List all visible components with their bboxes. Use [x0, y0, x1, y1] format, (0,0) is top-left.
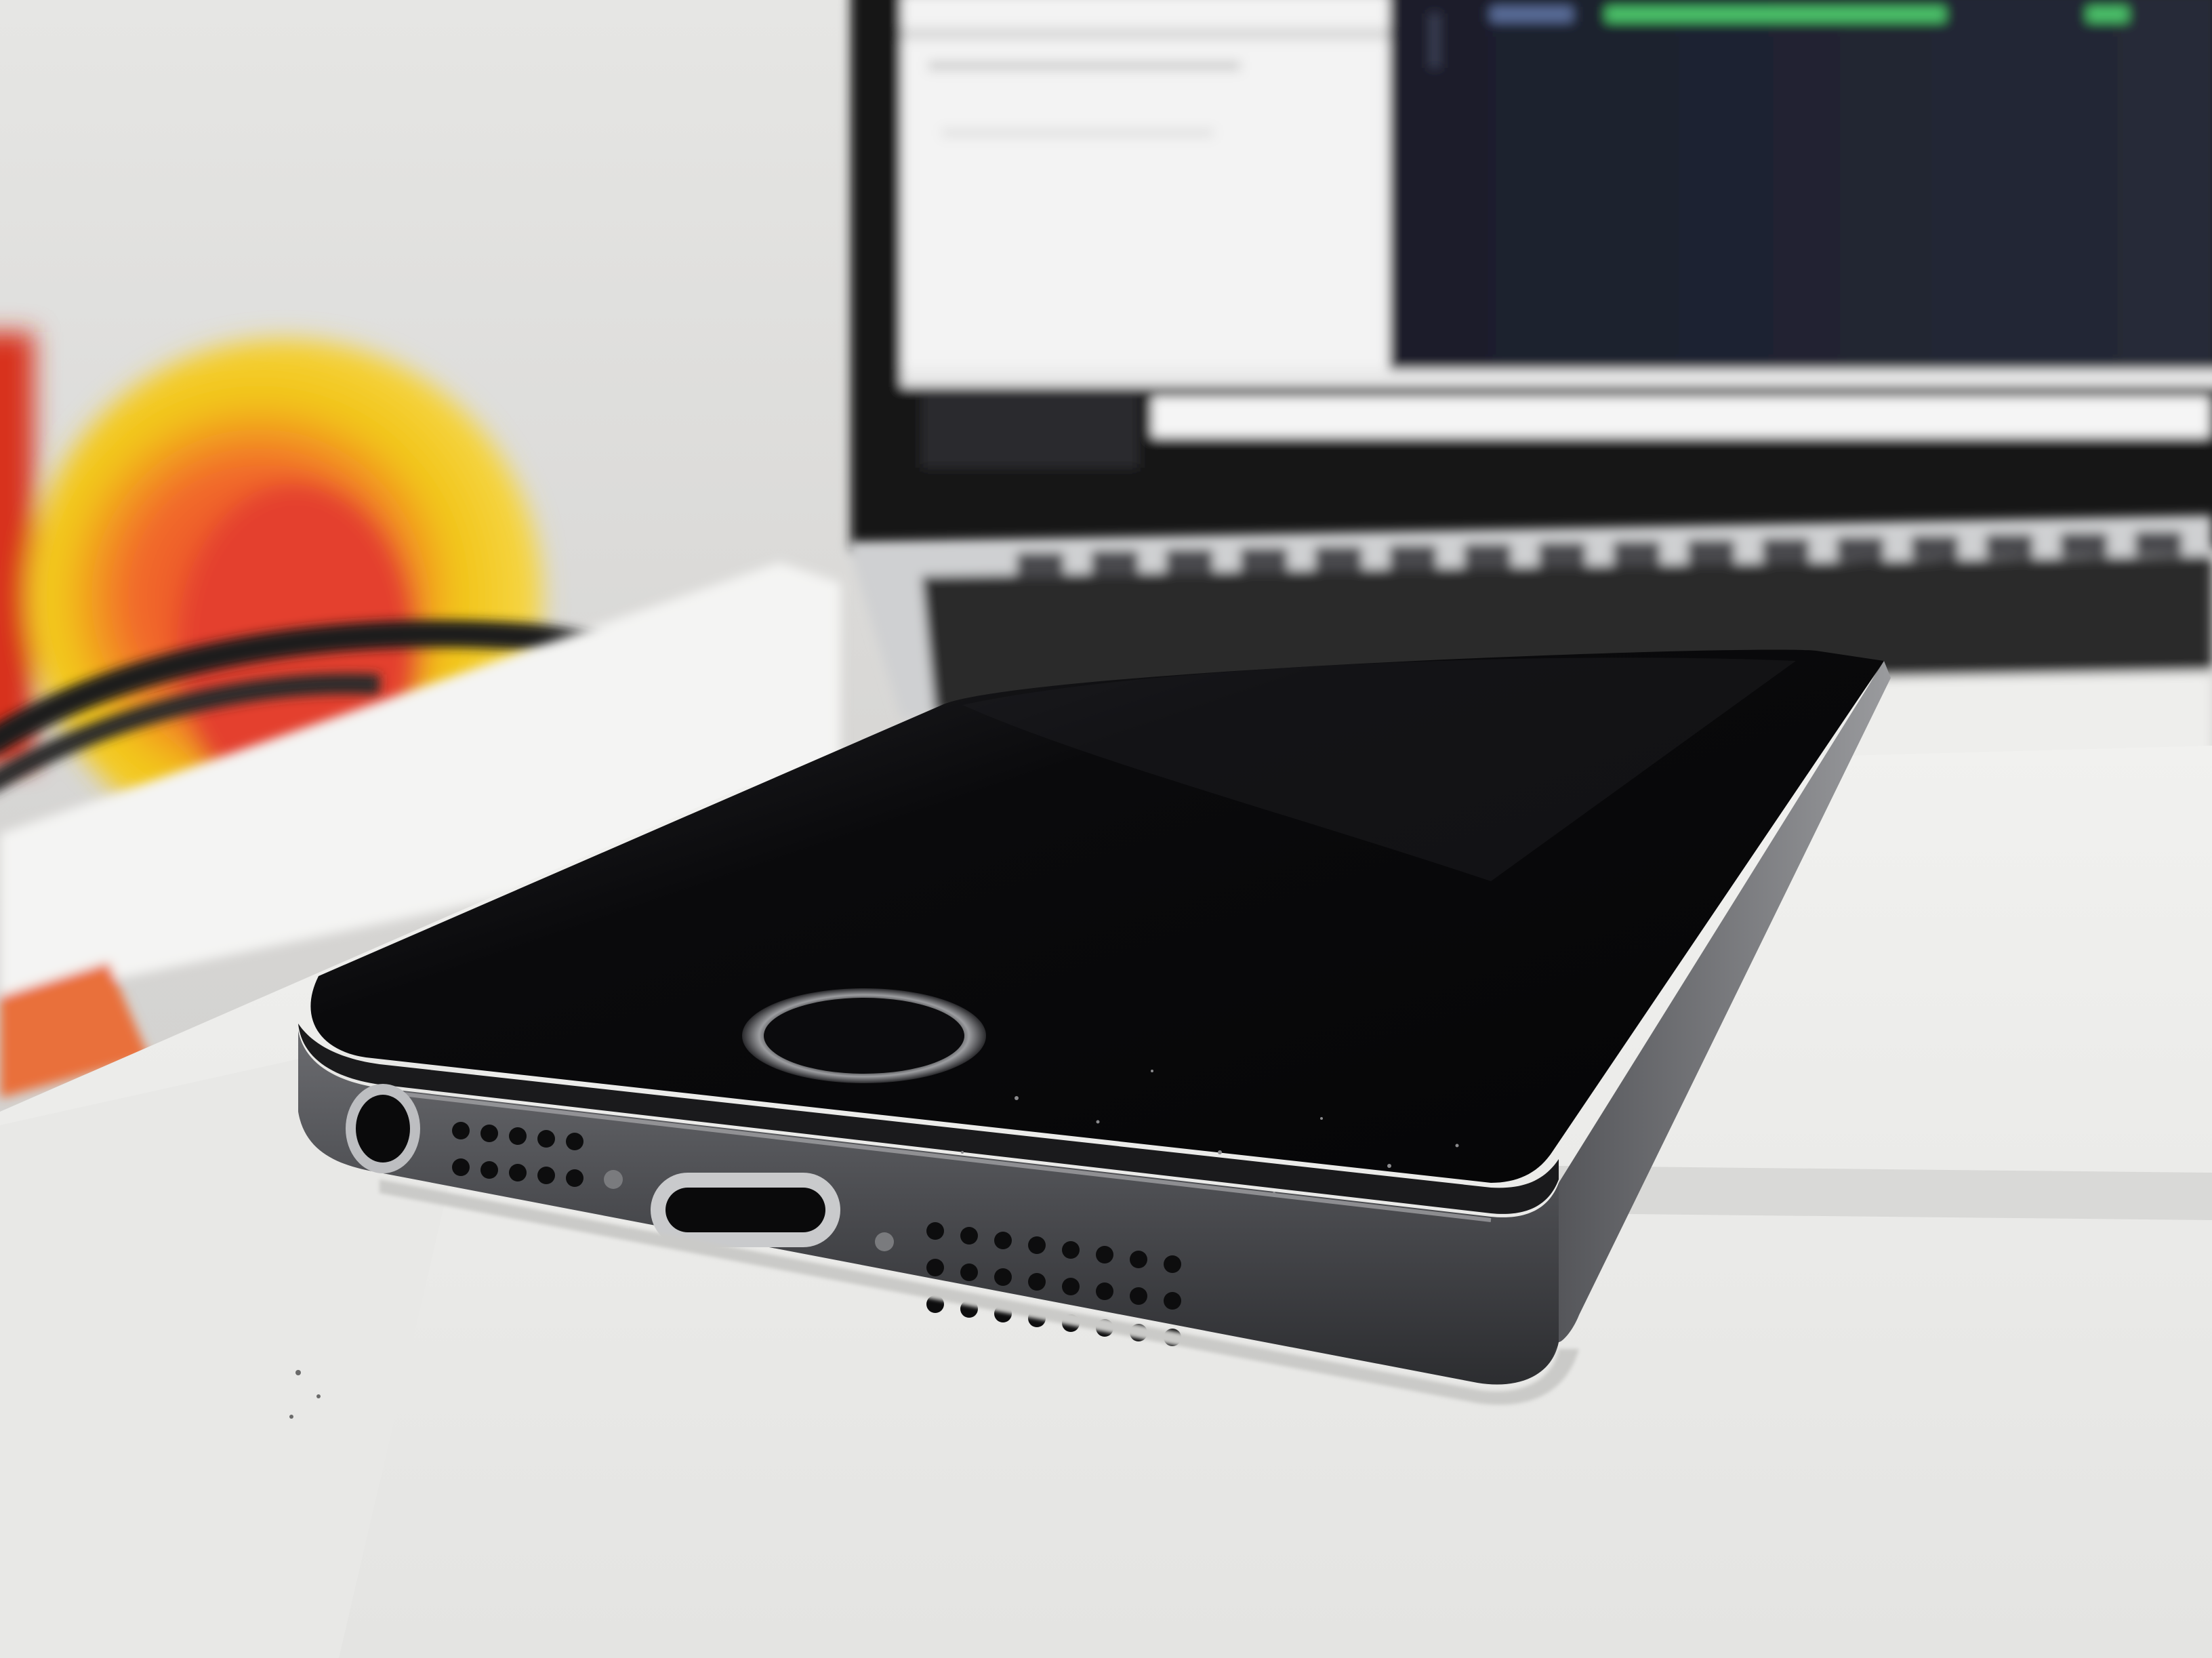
screw-right: [875, 1232, 894, 1251]
photo-scene: [0, 0, 2212, 1658]
headphone-jack-hole: [356, 1095, 410, 1162]
terminal-gutter: [1430, 14, 1439, 68]
photo-canvas: [0, 0, 2212, 1658]
terminal-green-text: [1606, 7, 1945, 22]
lightning-port-hole: [665, 1188, 825, 1232]
laptop-window-pane: [901, 0, 1389, 373]
red-ribbon: [0, 332, 34, 766]
terminal-blue-text: [1491, 7, 1572, 22]
home-button-center: [764, 998, 964, 1074]
laptop-window-line: [942, 129, 1213, 137]
terminal-green-text: [2087, 7, 2128, 22]
laptop-window-line: [928, 61, 1240, 70]
laptop-lid: [851, 0, 2212, 549]
laptop-terminal-pane: [1389, 0, 2212, 369]
laptop-screen-bottom: [1152, 397, 2209, 437]
laptop-shadow: [1559, 1166, 2212, 1220]
laptop-status-bar: [901, 369, 2212, 387]
laptop-dock: [922, 393, 1139, 468]
screw-left: [604, 1170, 623, 1189]
laptop-window-toolbar: [901, 27, 1389, 41]
